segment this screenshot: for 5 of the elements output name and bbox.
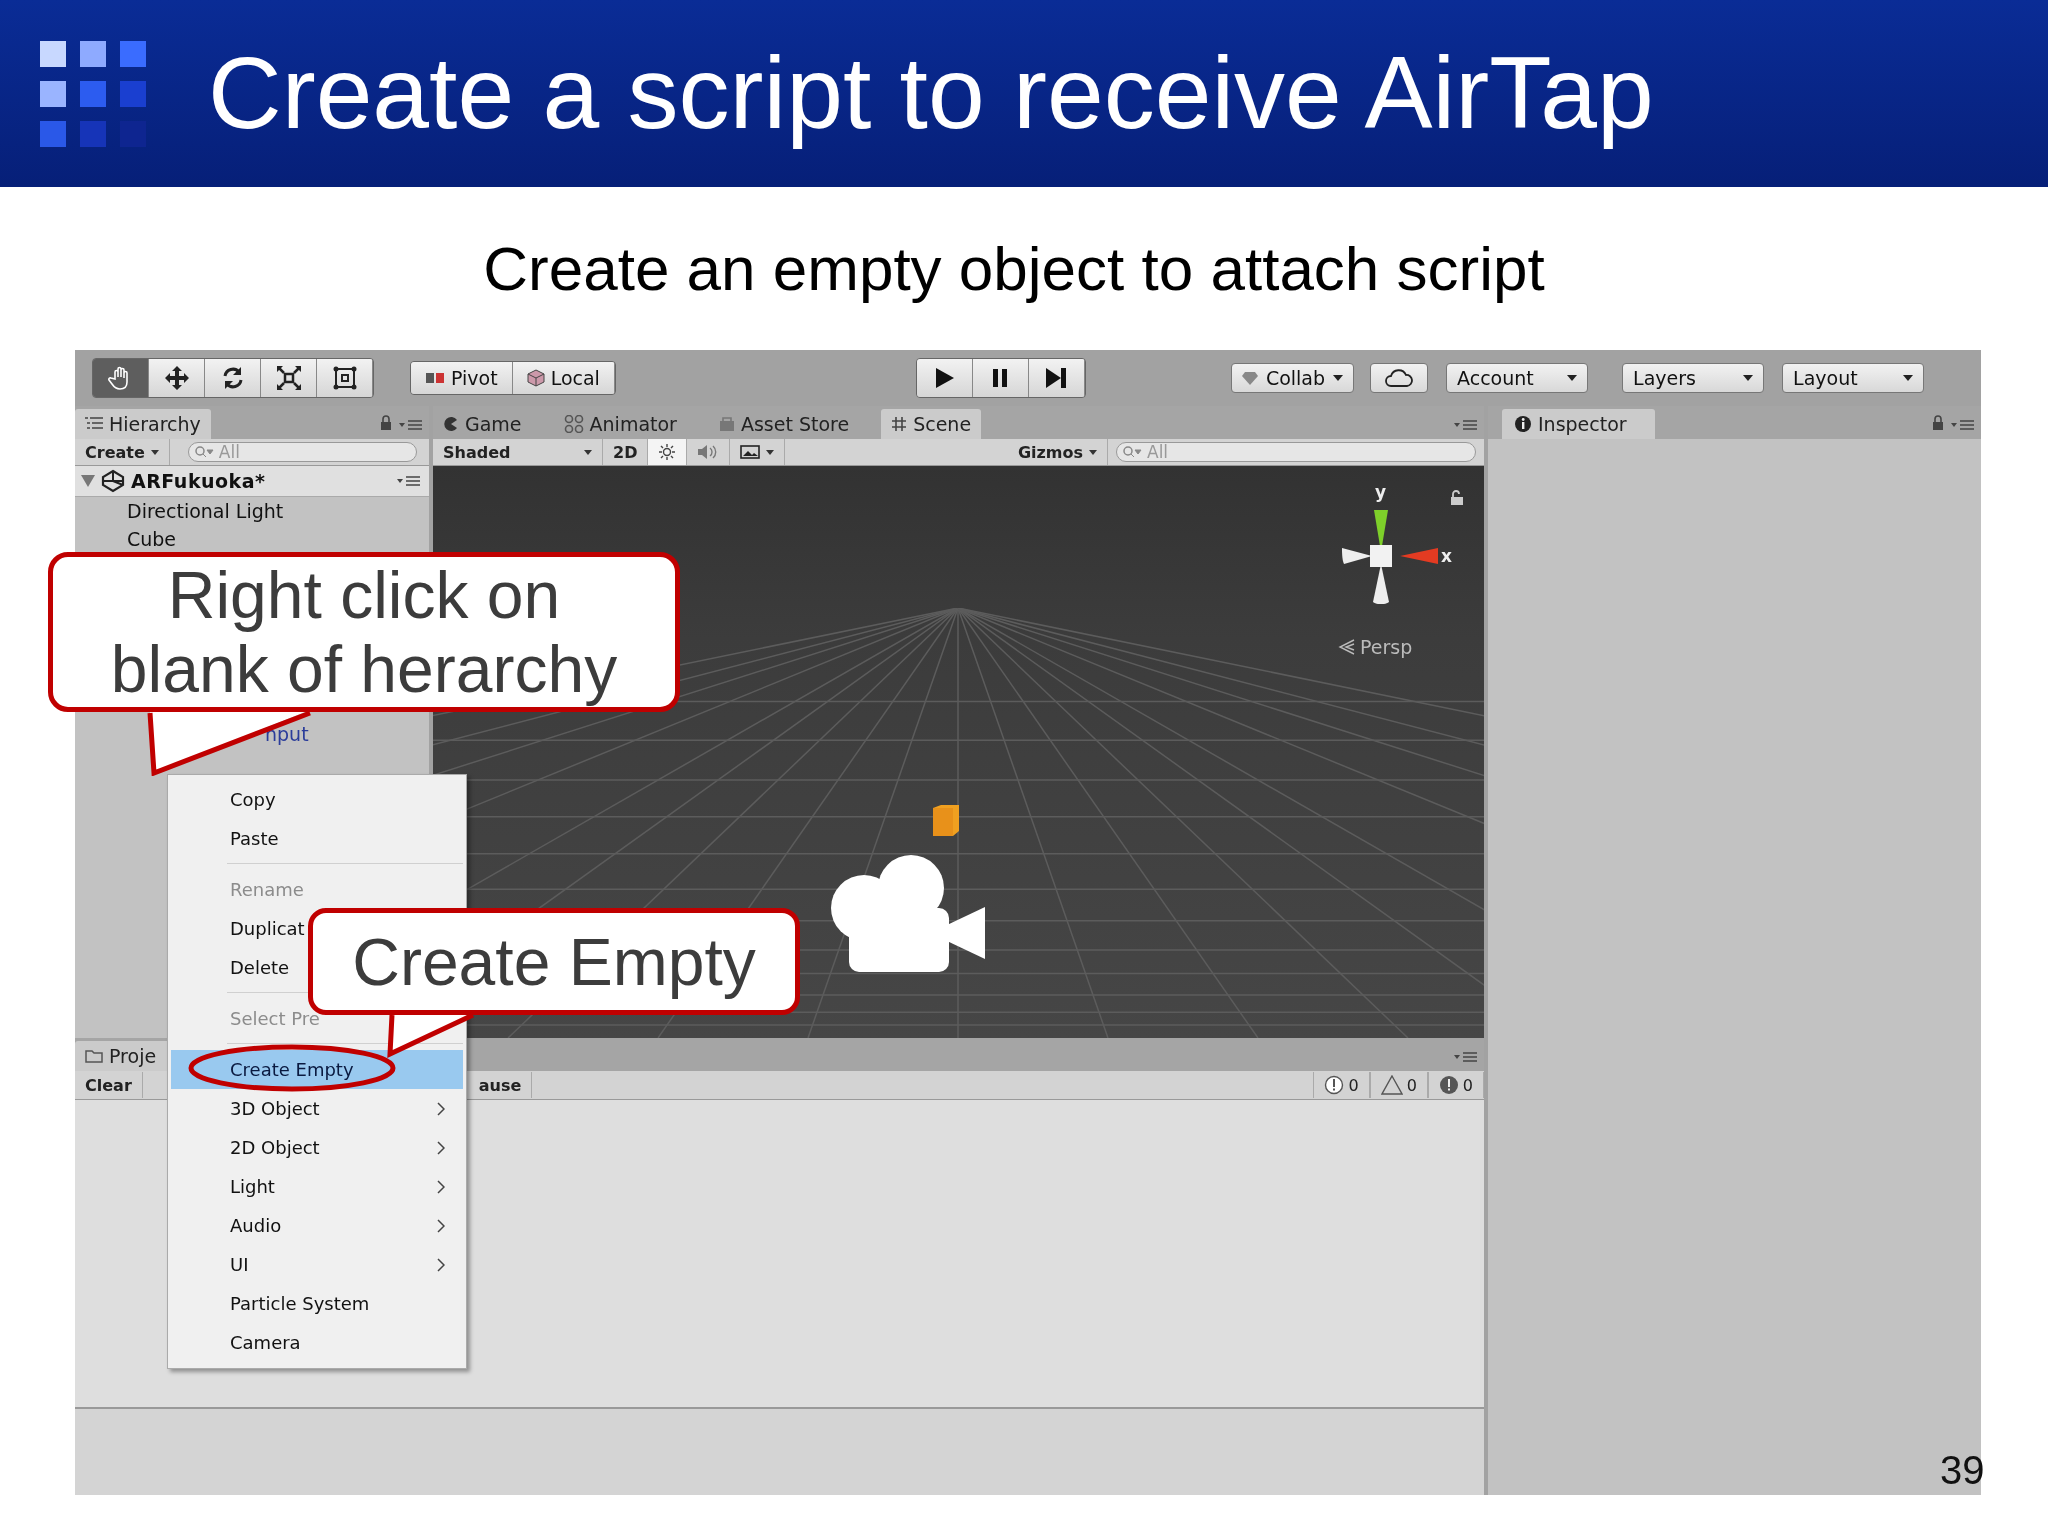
x-axis-label: x: [1441, 546, 1452, 566]
page-number: 39: [1940, 1448, 1985, 1493]
y-axis-label: y: [1375, 482, 1387, 502]
slide-subtitle: Create an empty object to attach script: [483, 233, 1545, 304]
slide-title: Create a script to receive AirTap: [208, 35, 1654, 152]
